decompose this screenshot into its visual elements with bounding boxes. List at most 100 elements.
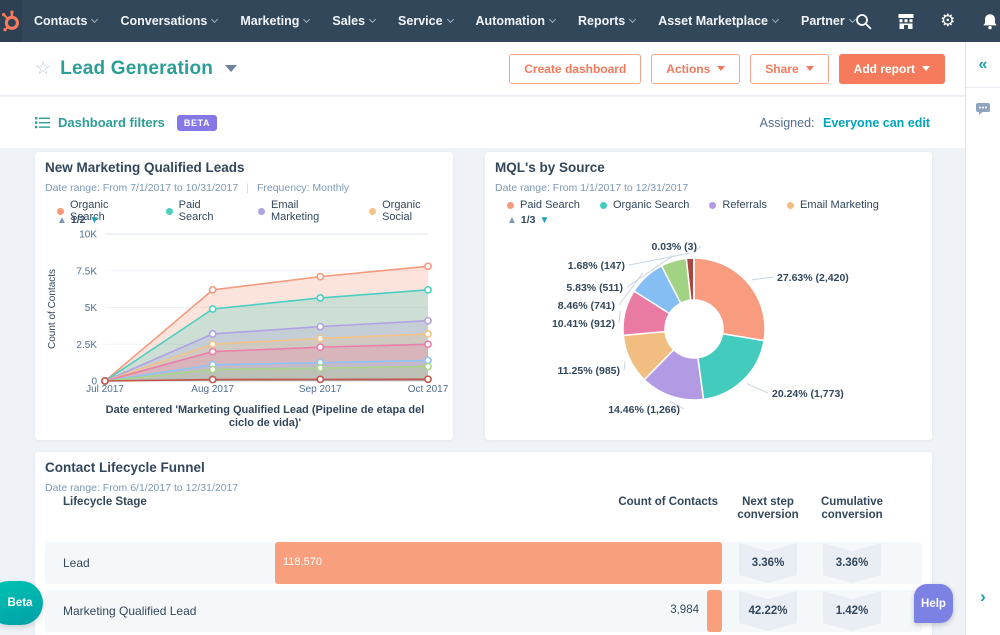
funnel-row: Lead 118,570 3.36% 3.36% — [45, 542, 922, 584]
svg-text:11.25% (985): 11.25% (985) — [558, 365, 620, 377]
column-header-next-step: Next step conversion — [737, 496, 799, 521]
svg-text:5K: 5K — [85, 303, 98, 314]
donut-chart-legend: Paid Search Organic Search Referrals Email … — [507, 199, 879, 211]
svg-text:7.5K: 7.5K — [76, 266, 97, 277]
svg-text:20.24% (1,773): 20.24% (1,773) — [772, 388, 844, 400]
chevron-down-icon — [629, 15, 637, 24]
report-title: New Marketing Qualified Leads — [45, 160, 245, 175]
legend-dot-icon — [165, 207, 173, 215]
legend-dot-icon — [258, 207, 265, 215]
chevron-down-icon — [369, 15, 377, 24]
column-header-cumulative: Cumulative conversion — [821, 496, 883, 521]
beta-pill[interactable]: Beta — [0, 581, 43, 625]
nav-item-service[interactable]: Service — [398, 14, 454, 28]
svg-text:10.41% (912): 10.41% (912) — [552, 318, 615, 330]
nav-item-asset-marketplace[interactable]: Asset Marketplace — [658, 14, 780, 28]
nav-item-sales[interactable]: Sales — [332, 14, 377, 28]
page-header: ☆ Lead Generation Create dashboard Actio… — [0, 42, 965, 96]
nav-item-partner[interactable]: Partner — [801, 14, 856, 28]
report-subtitle: Date range: From 1/1/2017 to 12/31/2017 — [495, 182, 688, 194]
donut-chart: 27.63% (2,420) 20.24% (1,773) 14.46% (1,26… — [552, 241, 849, 416]
next-step-conversion: 42.22% — [739, 591, 797, 631]
nav-item-conversations[interactable]: Conversations — [120, 14, 219, 28]
svg-text:2.5K: 2.5K — [76, 340, 97, 351]
report-title: MQL's by Source — [495, 160, 605, 175]
sprocket-icon — [2, 10, 19, 32]
cumulative-conversion: 3.36% — [823, 543, 881, 583]
funnel-card: Contact Lifecycle Funnel Date range: Fro… — [35, 452, 932, 635]
svg-text:10K: 10K — [79, 230, 97, 241]
dashboard-switcher-caret-icon[interactable] — [225, 65, 238, 72]
page-title: Lead Generation — [60, 57, 214, 79]
top-nav: Contacts Conversations Marketing Sales Servi… — [0, 0, 1000, 42]
settings-gear-icon[interactable]: ⚙ — [939, 12, 957, 30]
svg-text:Sep 2017: Sep 2017 — [299, 384, 342, 395]
caret-down-icon — [805, 66, 814, 71]
svg-text:Aug 2017: Aug 2017 — [191, 384, 234, 395]
marketplace-icon[interactable] — [897, 12, 915, 30]
frequency: Frequency: Monthly — [256, 182, 350, 194]
count-bar-zone: 118,570 — [275, 542, 722, 584]
nav-menu: Contacts Conversations Marketing Sales Servi… — [34, 14, 856, 28]
chevron-down-icon — [211, 15, 219, 24]
legend-item-email-marketing[interactable]: Email Marketing — [258, 199, 349, 223]
svg-text:1.68% (147): 1.68% (147) — [568, 260, 625, 272]
collaboration-sidebar: « › — [965, 42, 1000, 635]
dashboard-content: New Marketing Qualified Leads Date range… — [0, 148, 965, 635]
count-value: 3,984 — [670, 604, 699, 616]
funnel-row: Marketing Qualified Lead 3,984 42.22% 1.42% — [45, 590, 922, 632]
count-bar[interactable] — [706, 590, 722, 632]
svg-text:27.63% (2,420): 27.63% (2,420) — [777, 272, 849, 284]
area-chart: 02.5K5K7.5K10KJul 2017 Aug 2017 Sep 2017 Oc… — [47, 230, 449, 396]
legend-dot-icon — [787, 201, 794, 209]
count-value: 118,570 — [283, 556, 322, 568]
help-button[interactable]: Help — [914, 584, 953, 623]
collapse-panel-icon[interactable]: « — [966, 42, 1000, 88]
notifications-bell-icon[interactable] — [981, 12, 999, 30]
area-chart-legend: Organic Search Paid Search Email Marketing… — [57, 199, 453, 223]
chevron-down-icon — [91, 15, 99, 24]
legend-item-paid-search[interactable]: Paid Search — [165, 199, 238, 223]
legend-item-paid-search[interactable]: Paid Search — [507, 199, 580, 211]
svg-text:Jul 2017: Jul 2017 — [86, 384, 124, 395]
header-actions: Create dashboard Actions Share Add repor… — [509, 53, 945, 84]
search-icon[interactable] — [855, 12, 873, 30]
stage-label: Marketing Qualified Lead — [63, 604, 197, 618]
nav-item-marketing[interactable]: Marketing — [240, 14, 311, 28]
comments-icon[interactable] — [966, 102, 1000, 116]
add-report-button[interactable]: Add report — [838, 53, 945, 84]
assigned-info: Assigned: Everyone can edit — [760, 116, 930, 130]
nav-right: ⚙ — [855, 7, 1000, 35]
legend-item-organic-social[interactable]: Organic Social — [369, 199, 453, 223]
area-chart-card: New Marketing Qualified Leads Date range… — [35, 152, 453, 440]
donut-slice — [697, 332, 765, 401]
legend-item-referrals[interactable]: Referrals — [709, 199, 767, 211]
donut-slice — [693, 257, 766, 342]
nav-item-reports[interactable]: Reports — [578, 14, 637, 28]
share-button[interactable]: Share — [750, 53, 829, 84]
chevron-down-icon — [771, 15, 780, 24]
count-bar[interactable]: 118,570 — [275, 542, 722, 584]
date-range: Date range: From 6/1/2017 to 12/31/2017 — [45, 482, 239, 494]
report-subtitle: Date range: From 7/1/2017 to 10/31/2017 … — [45, 182, 350, 194]
legend-item-organic-search[interactable]: Organic Search — [599, 199, 689, 211]
svg-text:5.83% (511): 5.83% (511) — [566, 282, 623, 294]
funnel-rows: Lead 118,570 3.36% 3.36% Marketing Qualified… — [45, 542, 922, 635]
cumulative-conversion: 1.42% — [823, 591, 881, 631]
legend-item-email-marketing[interactable]: Email Marketing — [787, 199, 879, 211]
next-panel-icon[interactable]: › — [966, 587, 1000, 607]
assigned-permission-link[interactable]: Everyone can edit — [823, 116, 930, 130]
create-dashboard-button[interactable]: Create dashboard — [509, 53, 642, 84]
hubspot-logo[interactable] — [0, 0, 22, 42]
funnel-column-headers: Lifecycle Stage Count of Contacts Next s… — [35, 496, 932, 522]
nav-item-automation[interactable]: Automation — [476, 14, 557, 28]
chevron-down-icon — [548, 15, 557, 24]
svg-text:Oct 2017: Oct 2017 — [408, 384, 449, 395]
nav-item-contacts[interactable]: Contacts — [34, 14, 99, 28]
beta-badge: BETA — [176, 114, 218, 131]
date-range: Date range: From 7/1/2017 to 10/31/2017 — [45, 182, 239, 194]
favorite-star-icon[interactable]: ☆ — [35, 58, 51, 79]
legend-dot-icon — [709, 201, 717, 209]
dashboard-filters-toggle[interactable]: Dashboard filters BETA — [35, 114, 218, 131]
actions-button[interactable]: Actions — [651, 53, 741, 84]
